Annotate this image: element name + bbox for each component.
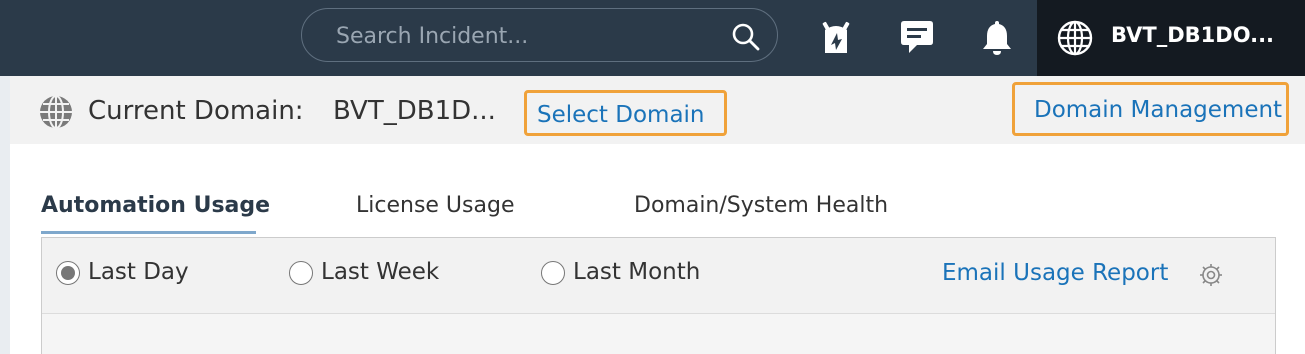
search-box[interactable]	[301, 8, 778, 62]
left-strip	[0, 76, 10, 354]
radio-label: Last Day	[88, 259, 189, 285]
bell-icon[interactable]	[977, 18, 1017, 58]
active-tab-indicator	[41, 231, 256, 234]
domain-name: BVT_DB1DO...	[1111, 23, 1275, 47]
globe-icon	[40, 95, 72, 129]
domain-management-label[interactable]: Domain Management	[1034, 97, 1282, 123]
search-icon[interactable]	[731, 22, 761, 52]
radio-button[interactable]	[541, 261, 565, 285]
gear-icon[interactable]	[1198, 262, 1224, 288]
email-usage-report-link[interactable]: Email Usage Report	[942, 260, 1168, 286]
domain-selector[interactable]: BVT_DB1DO...	[1037, 0, 1305, 76]
tab-automation-usage[interactable]: Automation Usage	[41, 193, 270, 218]
radio-button[interactable]	[289, 261, 313, 285]
radio-button-checked[interactable]	[56, 261, 80, 285]
tab-license-usage[interactable]: License Usage	[356, 193, 514, 218]
search-input[interactable]	[334, 19, 718, 53]
current-domain-value: BVT_DB1D...	[333, 96, 496, 126]
globe-icon	[1057, 20, 1093, 56]
select-domain-link[interactable]: Select Domain	[524, 90, 727, 136]
top-bar: BVT_DB1DO...	[0, 0, 1305, 76]
current-domain-label: Current Domain:	[88, 96, 304, 126]
alarm-icon[interactable]	[816, 18, 856, 58]
radio-label: Last Week	[321, 259, 440, 285]
domain-bar: Current Domain: BVT_DB1D... Select Domai…	[10, 76, 1305, 144]
select-domain-label[interactable]: Select Domain	[537, 102, 705, 128]
tab-domain-system-health[interactable]: Domain/System Health	[634, 193, 888, 218]
domain-management-link[interactable]: Domain Management	[1012, 82, 1289, 136]
panel-content-area	[42, 314, 1275, 354]
usage-panel: Last Day Last Week Last Month Email Usag…	[41, 237, 1276, 354]
chat-icon[interactable]	[897, 18, 937, 58]
radio-label: Last Month	[573, 259, 701, 285]
